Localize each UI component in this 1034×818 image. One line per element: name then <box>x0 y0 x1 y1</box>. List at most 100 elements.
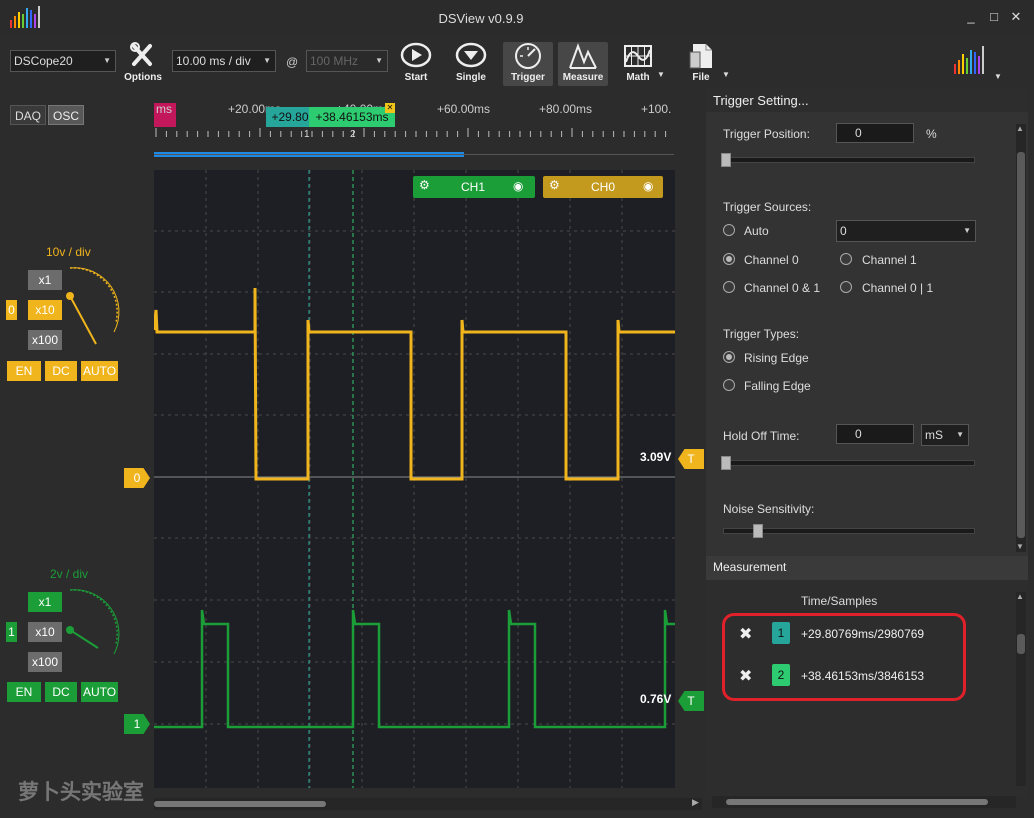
scroll-thumb[interactable] <box>154 801 326 807</box>
maximize-button[interactable]: □ <box>983 8 1005 26</box>
single-label: Single <box>455 72 486 83</box>
measurement-2-badge: 2 <box>772 664 790 686</box>
time-ruler[interactable]: ms +20.00ms +40.00ms +60.00ms +80.00ms +… <box>154 95 674 165</box>
trigger-types-label: Trigger Types: <box>723 327 800 341</box>
file-button[interactable]: File <box>676 42 726 86</box>
trigger-button[interactable]: Trigger <box>503 42 553 86</box>
window-title: DSView v0.9.9 <box>438 11 524 26</box>
brand-chevron-icon[interactable]: ▼ <box>994 72 1002 81</box>
brand-logo-icon[interactable] <box>952 44 998 76</box>
channel0and1-label: Channel 0 & 1 <box>744 281 821 295</box>
ch0-scale-label: 10v / div <box>46 245 91 259</box>
device-select[interactable]: DSCope20 ▼ <box>10 50 116 72</box>
math-button[interactable]: Math <box>613 42 663 86</box>
channel0and1-radio[interactable] <box>723 281 735 293</box>
holdoff-label: Hold Off Time: <box>723 429 800 443</box>
ch0-auto-button[interactable]: AUTO <box>81 361 118 381</box>
measurement-scrollbar[interactable]: ▲ <box>1016 592 1026 786</box>
measurement-scroll-thumb[interactable] <box>1017 634 1025 654</box>
trigger-position-slider[interactable] <box>723 157 975 163</box>
ch1-index-badge: 1 <box>6 622 17 642</box>
measurement-hscroll-thumb[interactable] <box>726 799 988 805</box>
start-button[interactable]: Start <box>391 42 441 86</box>
ch0-index-badge: 0 <box>6 300 17 320</box>
timebase-select[interactable]: 10.00 ms / div ▼ <box>172 50 276 72</box>
ch1-en-button[interactable]: EN <box>7 682 41 702</box>
ch0-x10-button[interactable]: x10 <box>28 300 62 320</box>
file-label: File <box>692 72 710 83</box>
trigger-scroll-thumb[interactable] <box>1017 152 1025 538</box>
horizontal-scrollbar[interactable]: ▶ <box>154 797 702 810</box>
math-chevron-icon[interactable]: ▼ <box>657 70 665 79</box>
ch0-offset-marker[interactable]: 0 <box>124 468 150 488</box>
file-chevron-icon[interactable]: ▼ <box>722 70 730 79</box>
plot-canvas <box>154 170 675 788</box>
ch0-x100-button[interactable]: x100 <box>28 330 62 350</box>
close-window-button[interactable]: ✕ <box>1005 8 1027 26</box>
cursor-close-icon[interactable]: ✕ <box>385 103 395 113</box>
osc-tab[interactable]: OSC <box>48 105 84 125</box>
cursor2-label[interactable]: +38.46153ms <box>309 107 395 127</box>
holdoff-thumb[interactable] <box>721 456 731 470</box>
at-label: @ <box>286 55 299 69</box>
auto-radio[interactable] <box>723 224 735 236</box>
options-label: Options <box>124 72 162 83</box>
ch1-auto-button[interactable]: AUTO <box>81 682 118 702</box>
cursor1-label[interactable]: +29.80 <box>266 107 314 127</box>
ch0-en-button[interactable]: EN <box>7 361 41 381</box>
remove-measurement-2-icon[interactable]: ✖ <box>739 666 752 686</box>
remove-measurement-1-icon[interactable]: ✖ <box>739 624 752 644</box>
gear-icon[interactable]: ⚙ <box>549 178 560 192</box>
ch0-tag-label: CH0 <box>591 180 616 194</box>
scroll-up-icon[interactable]: ▲ <box>1016 592 1024 601</box>
holdoff-input[interactable]: 0 <box>836 424 914 444</box>
trigger-panel-title: Trigger Setting... <box>713 93 809 108</box>
measure-button[interactable]: Measure <box>558 42 608 86</box>
channel0-radio[interactable] <box>723 253 735 265</box>
ch0-trigger-marker[interactable]: T <box>678 449 704 469</box>
ch1-offset-marker[interactable]: 1 <box>124 714 150 734</box>
measurement-1-value: +29.80769ms/2980769 <box>801 627 925 641</box>
measurement-2-value: +38.46153ms/3846153 <box>801 669 925 683</box>
ch1-tag[interactable]: ⚙ CH1 ◉ <box>413 176 535 198</box>
scroll-up-icon[interactable]: ▲ <box>1016 124 1024 133</box>
ch0-tag[interactable]: ⚙ CH0 ◉ <box>543 176 663 198</box>
falling-edge-radio[interactable] <box>723 379 735 391</box>
scroll-right-icon[interactable]: ▶ <box>692 797 699 808</box>
channel0or1-label: Channel 0 | 1 <box>862 281 934 295</box>
trigger-position-thumb[interactable] <box>721 153 731 167</box>
chevron-down-icon: ▼ <box>963 226 971 235</box>
minimize-button[interactable]: _ <box>960 8 982 26</box>
waveform-plot[interactable]: ⚙ CH1 ◉ ⚙ CH0 ◉ 3.09V 0.76V <box>154 170 675 788</box>
daq-tab[interactable]: DAQ <box>10 105 46 125</box>
auto-channel-select[interactable]: 0 ▼ <box>836 220 976 242</box>
measurement-hscrollbar[interactable] <box>712 796 1016 808</box>
ch0-dc-button[interactable]: DC <box>45 361 77 381</box>
ch1-dc-button[interactable]: DC <box>45 682 77 702</box>
gear-icon[interactable]: ⚙ <box>419 178 430 192</box>
noise-sensitivity-thumb[interactable] <box>753 524 763 538</box>
rising-edge-radio[interactable] <box>723 351 735 363</box>
ch1-trigger-marker[interactable]: T <box>678 691 704 711</box>
single-button[interactable]: Single <box>446 42 496 86</box>
ruler-tick-3: +60.00ms <box>437 102 491 116</box>
holdoff-slider[interactable] <box>723 460 975 466</box>
samplerate-select[interactable]: 100 MHz ▼ <box>306 50 388 72</box>
eye-icon[interactable]: ◉ <box>643 179 653 193</box>
scroll-down-icon[interactable]: ▼ <box>1016 542 1024 551</box>
channel0or1-radio[interactable] <box>840 281 852 293</box>
ch1-x1-button[interactable]: x1 <box>28 592 62 612</box>
trigger-sources-label: Trigger Sources: <box>723 200 812 214</box>
ch1-x10-button[interactable]: x10 <box>28 622 62 642</box>
channel1-radio[interactable] <box>840 253 852 265</box>
chevron-down-icon: ▼ <box>263 56 271 65</box>
eye-icon[interactable]: ◉ <box>513 179 523 193</box>
math-label: Math <box>626 72 650 83</box>
trigger-panel-scrollbar[interactable]: ▲ ▼ <box>1016 124 1026 552</box>
ch1-x100-button[interactable]: x100 <box>28 652 62 672</box>
ch0-x1-button[interactable]: x1 <box>28 270 62 290</box>
trigger-position-input[interactable]: 0 <box>836 123 914 143</box>
options-button[interactable]: Options <box>118 42 168 86</box>
holdoff-unit-select[interactable]: mS ▼ <box>921 424 969 446</box>
channel0-label: Channel 0 <box>744 253 799 267</box>
